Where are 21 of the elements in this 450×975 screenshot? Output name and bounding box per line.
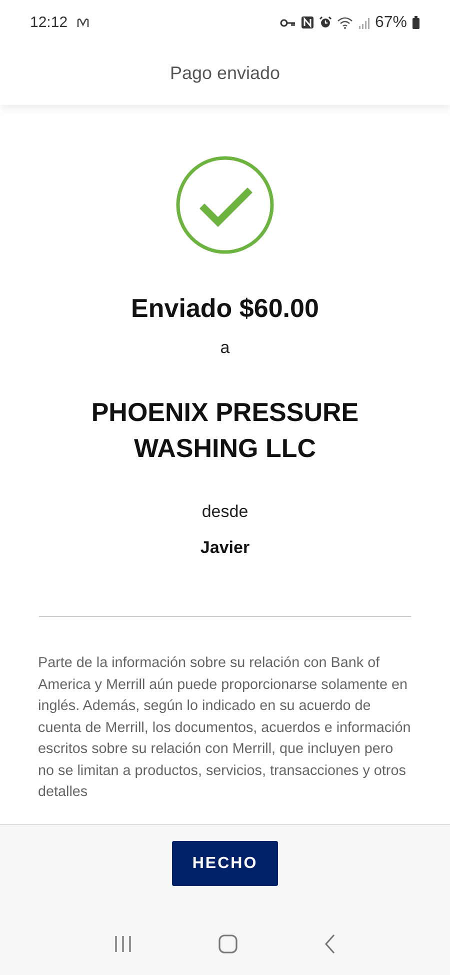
notification-icon bbox=[76, 16, 89, 28]
key-icon bbox=[280, 18, 296, 28]
from-label: desde bbox=[202, 502, 248, 522]
battery-icon bbox=[412, 16, 420, 29]
battery-percent: 67% bbox=[374, 14, 407, 32]
back-icon[interactable] bbox=[323, 934, 338, 954]
disclaimer-text: Parte de la información sobre su relación con Bank of America y Merrill aún puede proporcionarse solamente en inglés. Además, según lo indicado en su acuerdo de cuenta de Merrill, los documentos, acuerdos e información escritos sobre su relación con Merrill, que incluyen pero no se limitan a productos, servicios, transacciones y otros detalles bbox=[38, 654, 412, 802]
status-time: 12:12 bbox=[30, 14, 68, 31]
success-check-icon bbox=[175, 155, 275, 255]
screen-title: Pago enviado bbox=[170, 63, 280, 84]
wifi-icon bbox=[336, 16, 353, 29]
recipient-name: PHOENIX PRESSURE WASHING LLC bbox=[90, 396, 360, 465]
signal-icon bbox=[358, 16, 370, 28]
home-icon[interactable] bbox=[218, 934, 238, 954]
to-label: a bbox=[220, 338, 230, 358]
recent-apps-icon[interactable] bbox=[112, 935, 133, 953]
sender-name: Javier bbox=[200, 538, 250, 558]
amount-sent: Enviado $60.00 bbox=[131, 293, 319, 324]
nfc-icon bbox=[300, 16, 314, 29]
done-button[interactable]: HECHO bbox=[172, 841, 278, 886]
alarm-icon bbox=[318, 16, 332, 29]
